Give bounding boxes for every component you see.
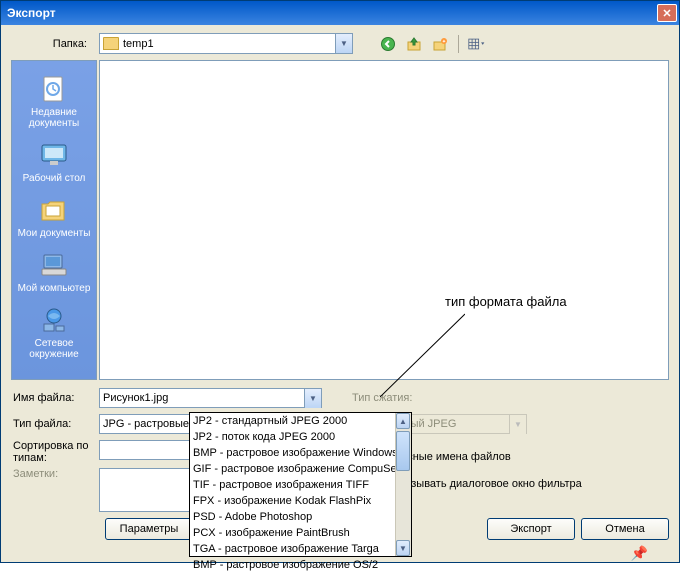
folder-select[interactable]: temp1 ▼ — [99, 33, 353, 54]
dropdown-option[interactable]: BMP - растровое изображение OS/2 — [190, 557, 411, 573]
scroll-down-icon[interactable]: ▼ — [396, 540, 410, 556]
dropdown-option[interactable]: GIF - растровое изображение CompuServe — [190, 461, 411, 477]
export-button[interactable]: Экспорт — [487, 518, 575, 540]
filetype-dropdown[interactable]: JP2 - стандартный JPEG 2000 JP2 - поток … — [189, 412, 412, 557]
filename-input[interactable]: Рисунок1.jpg ▼ — [99, 388, 322, 408]
scrollbar[interactable]: ▲ ▼ — [395, 413, 411, 556]
scrollbar-thumb[interactable] — [396, 431, 410, 471]
main-area: Недавние документы Рабочий стол Мои доку… — [1, 60, 679, 380]
back-icon[interactable] — [379, 35, 397, 53]
svg-text:✦: ✦ — [442, 39, 446, 45]
params-button[interactable]: Параметры — [105, 518, 193, 540]
places-bar: Недавние документы Рабочий стол Мои доку… — [11, 60, 97, 380]
view-menu-icon[interactable] — [468, 35, 486, 53]
place-label: Рабочий стол — [23, 173, 86, 184]
folder-icon — [103, 37, 119, 50]
chevron-down-icon: ▼ — [509, 415, 526, 434]
cancel-button[interactable]: Отмена — [581, 518, 669, 540]
folder-row: Папка: temp1 ▼ ✦ — [1, 25, 679, 60]
chevron-down-icon[interactable]: ▼ — [335, 34, 352, 53]
pushpin-icon[interactable]: 📌 — [631, 545, 648, 562]
mydocs-icon — [38, 194, 70, 226]
filename-value: Рисунок1.jpg — [103, 392, 168, 404]
dropdown-option[interactable]: JP2 - поток кода JPEG 2000 — [190, 429, 411, 445]
dropdown-option[interactable]: TGA - растровое изображение Targa — [190, 541, 411, 557]
up-folder-icon[interactable] — [405, 35, 423, 53]
computer-icon — [38, 249, 70, 281]
place-mydocs[interactable]: Мои документы — [12, 190, 96, 243]
dropdown-option[interactable]: PCX - изображение PaintBrush — [190, 525, 411, 541]
recent-icon — [38, 73, 70, 105]
sort-label: Сортировка по типам: — [11, 440, 93, 464]
annotation-line — [380, 309, 465, 399]
folder-label: Папка: — [11, 38, 93, 50]
desktop-icon — [38, 139, 70, 171]
place-label: Мой компьютер — [18, 283, 91, 294]
scroll-up-icon[interactable]: ▲ — [396, 413, 410, 429]
place-desktop[interactable]: Рабочий стол — [12, 135, 96, 188]
separator — [458, 35, 459, 53]
chevron-down-icon[interactable]: ▼ — [304, 389, 321, 408]
close-button[interactable]: ✕ — [657, 4, 677, 22]
network-icon — [38, 304, 70, 336]
filename-label: Имя файла: — [11, 392, 93, 404]
notes-label: Заметки: — [11, 468, 93, 480]
place-label: Сетевое окружение — [14, 338, 94, 360]
dropdown-option[interactable]: FPX - изображение Kodak FlashPix — [190, 493, 411, 509]
toolbar-icons: ✦ — [379, 35, 486, 53]
titlebar: Экспорт ✕ — [1, 1, 679, 25]
dropdown-option[interactable]: JP2 - стандартный JPEG 2000 — [190, 413, 411, 429]
place-label: Мои документы — [18, 228, 91, 239]
folder-value: temp1 — [123, 38, 154, 50]
place-recent[interactable]: Недавние документы — [12, 69, 96, 133]
place-mycomputer[interactable]: Мой компьютер — [12, 245, 96, 298]
window-title: Экспорт — [7, 6, 657, 20]
dropdown-option[interactable]: BMP - растровое изображение Windows — [190, 445, 411, 461]
place-label: Недавние документы — [14, 107, 94, 129]
dropdown-option[interactable]: PSD - Adobe Photoshop — [190, 509, 411, 525]
annotation-text: тип формата файла — [445, 294, 567, 309]
new-folder-icon[interactable]: ✦ — [431, 35, 449, 53]
filetype-label: Тип файла: — [11, 418, 93, 430]
place-network[interactable]: Сетевое окружение — [12, 300, 96, 364]
dropdown-option[interactable]: TIF - растровое изображения TIFF — [190, 477, 411, 493]
